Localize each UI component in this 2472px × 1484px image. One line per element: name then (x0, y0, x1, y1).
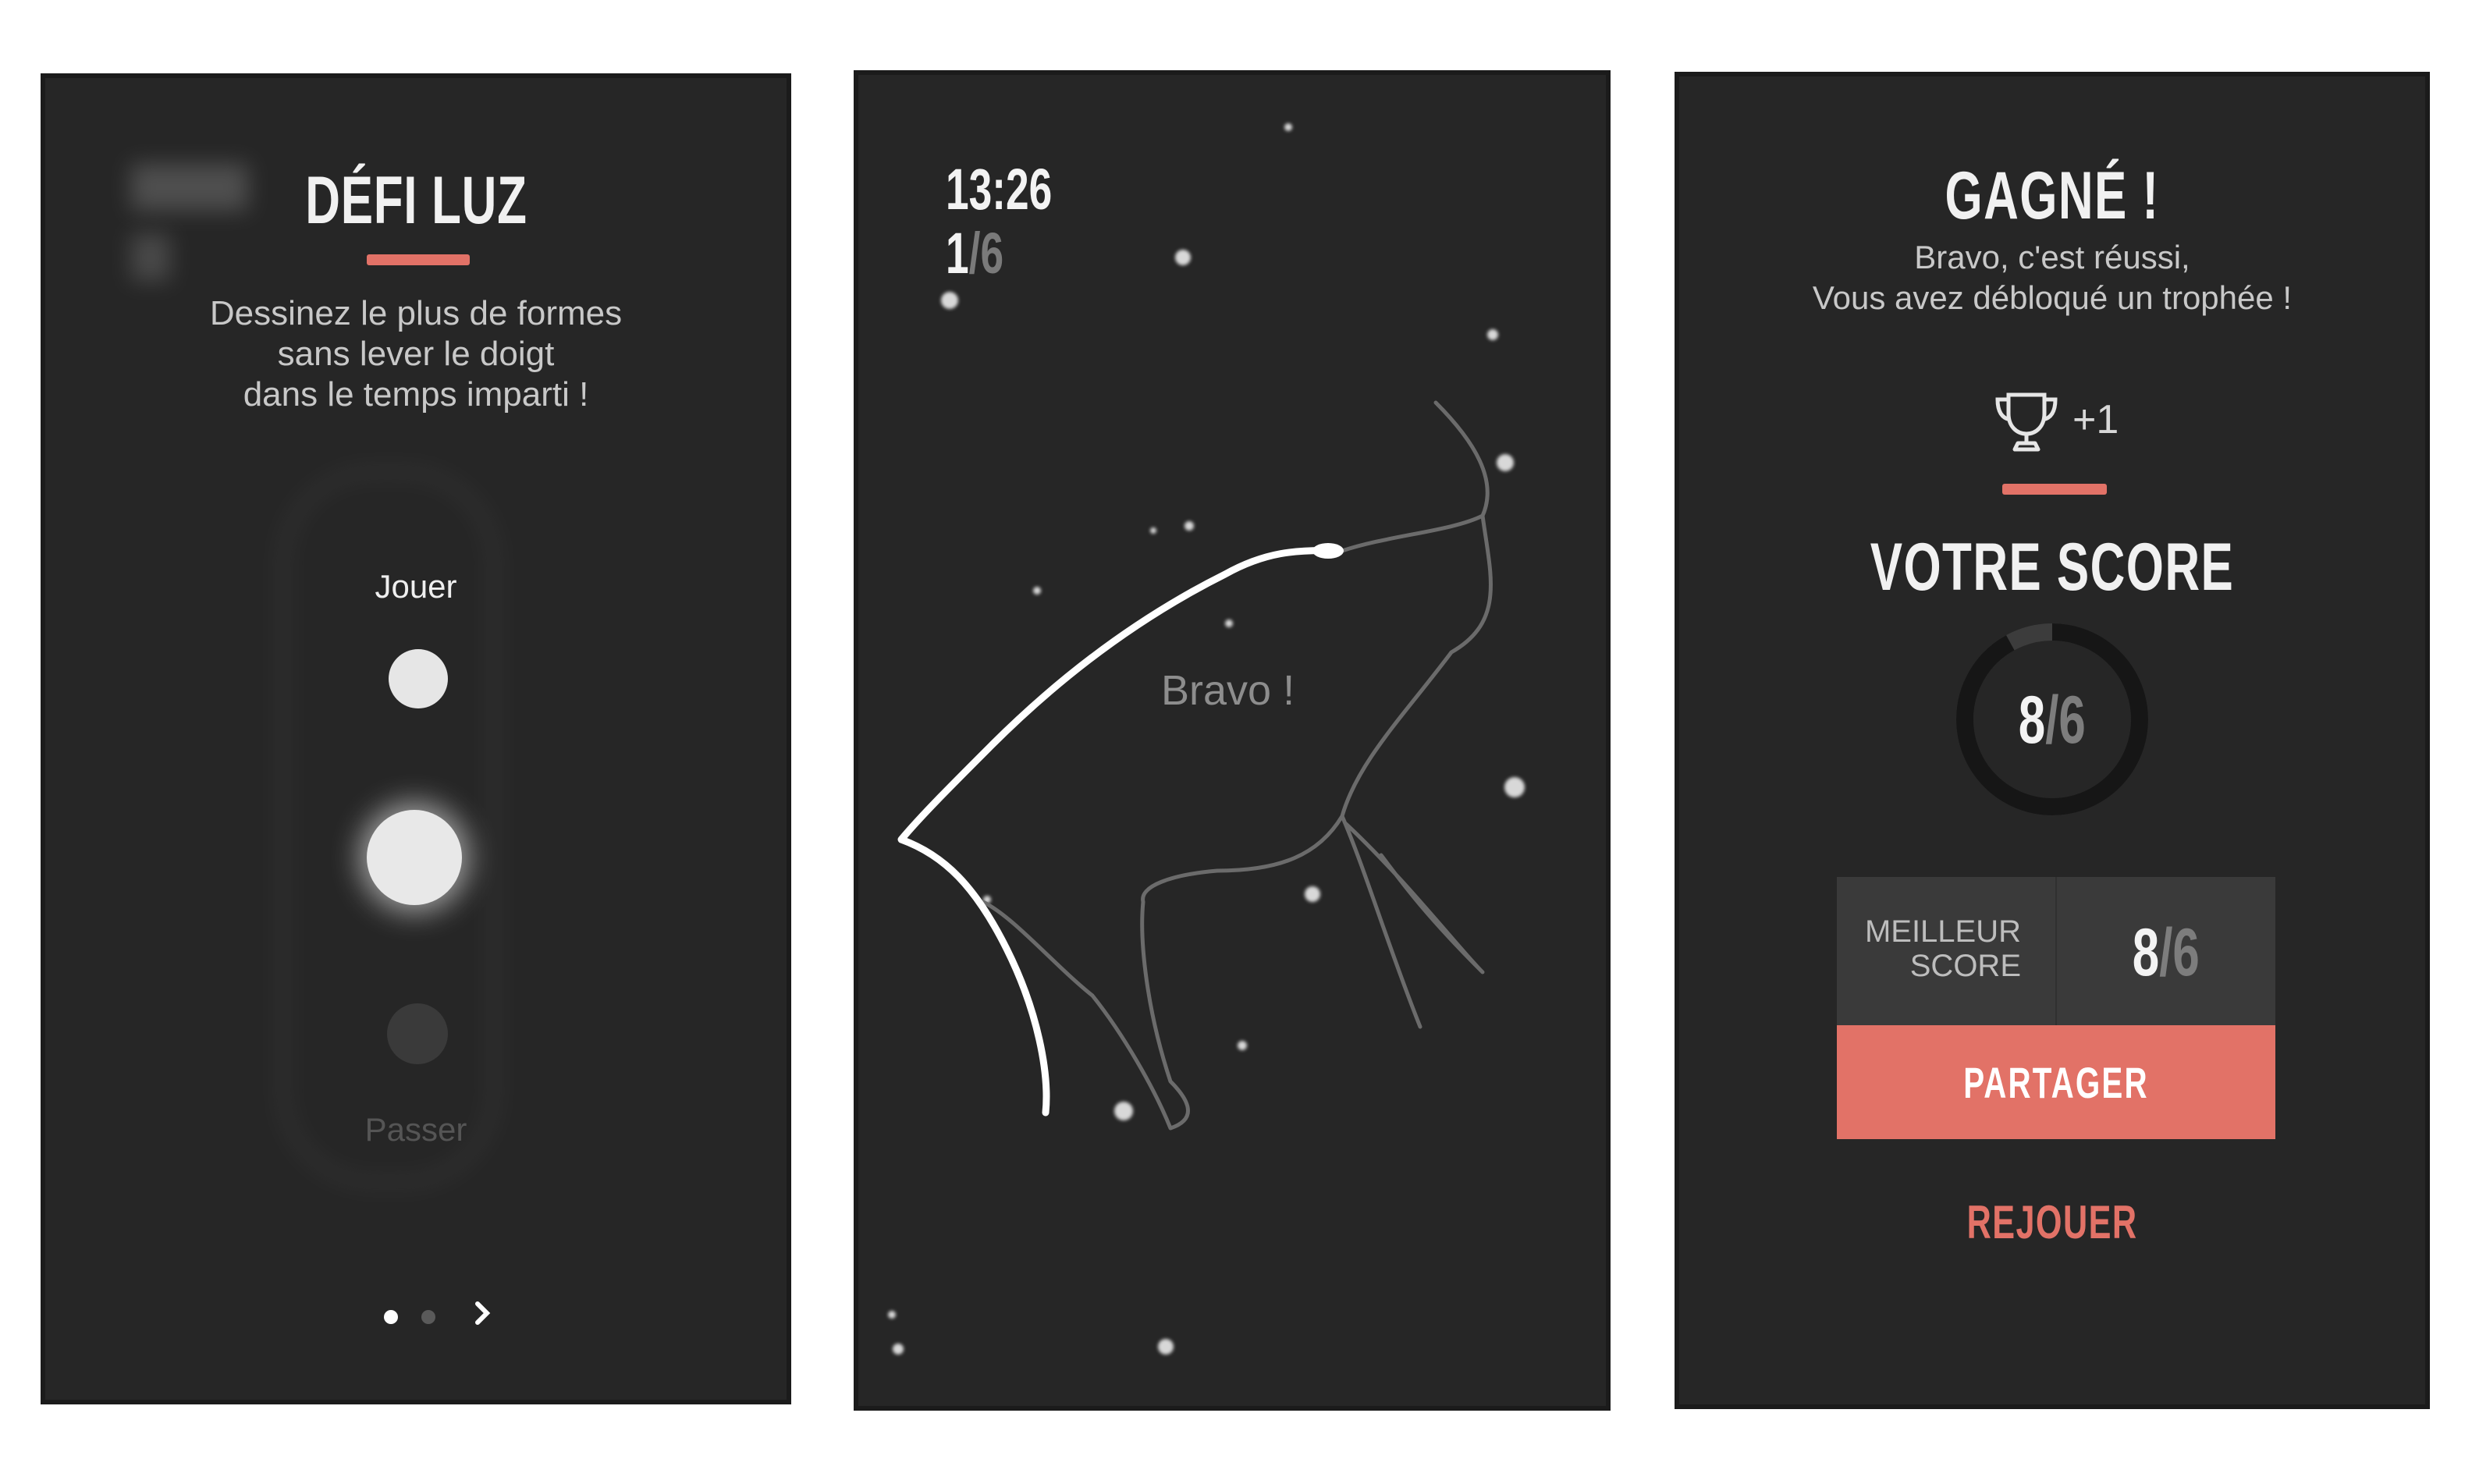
title-underline (367, 254, 470, 265)
best-score-value: 8/6 (2057, 914, 2275, 992)
intro-title: DÉFI LUZ (304, 163, 527, 238)
result-screen: GAGNÉ ! Bravo, c'est réussi, Vous avez d… (1675, 72, 2430, 1409)
drag-handle[interactable] (367, 810, 462, 905)
intro-description: Dessinez le plus de formes sans lever le… (45, 293, 787, 415)
feedback-message: Bravo ! (1161, 667, 1295, 714)
skip-label: Passer (364, 1111, 467, 1148)
best-score-total: 6 (2172, 915, 2200, 990)
best-score-label: MEILLEUR SCORE (1837, 914, 2021, 983)
result-title: GAGNÉ ! (1945, 158, 2160, 233)
replay-link-label: REJOUER (1966, 1196, 2138, 1248)
play-label: Jouer (375, 568, 457, 605)
trophy-reward: +1 (1679, 390, 2425, 453)
result-message: Bravo, c'est réussi, Vous avez débloqué … (1679, 237, 2425, 318)
user-stroke (897, 547, 1342, 1117)
chevron-right-icon[interactable] (473, 1295, 493, 1338)
score-ring: 8/6 (1951, 618, 2154, 821)
description-line: Dessinez le plus de formes (209, 294, 623, 332)
score-current: 8 (2018, 683, 2046, 758)
best-score-label-line: MEILLEUR (1864, 914, 2021, 949)
score-value: 8/6 (1951, 682, 2154, 759)
share-button[interactable]: PARTAGER (1837, 1025, 2275, 1139)
score-title: VOTRE SCORE (1870, 530, 2235, 605)
trophy-icon (1995, 392, 2058, 452)
drawing-canvas[interactable] (858, 75, 1611, 1411)
pager-dot-active[interactable] (384, 1310, 398, 1324)
score-total: 6 (2058, 683, 2087, 758)
score-separator: / (2045, 683, 2059, 758)
replay-link[interactable]: REJOUER (1679, 1195, 2425, 1249)
page-indicator (45, 1301, 787, 1333)
game-screen[interactable]: 13:26 1/6 Bravo ! (854, 70, 1611, 1411)
blurred-counter (131, 234, 170, 281)
score-underline (2002, 484, 2107, 495)
best-score-current: 8 (2132, 915, 2160, 990)
play-dot-button[interactable] (389, 649, 448, 708)
best-score-label-line: SCORE (1909, 949, 2021, 983)
stroke-tip (1312, 543, 1344, 559)
message-line: Vous avez débloqué un trophée ! (1812, 279, 2293, 316)
pager-dot[interactable] (421, 1310, 435, 1324)
intro-screen: DÉFI LUZ Dessinez le plus de formes sans… (41, 73, 791, 1404)
message-line: Bravo, c'est réussi, (1914, 239, 2190, 275)
description-line: sans lever le doigt (277, 335, 555, 373)
description-line: dans le temps imparti ! (243, 375, 589, 414)
trophy-count: +1 (2072, 397, 2119, 442)
share-button-label: PARTAGER (1963, 1057, 2149, 1107)
best-score-separator: / (2159, 915, 2173, 990)
best-score-box: MEILLEUR SCORE 8/6 (1837, 877, 2275, 1025)
skip-dot-button[interactable] (387, 1003, 448, 1064)
guide-shape (981, 400, 1493, 1131)
